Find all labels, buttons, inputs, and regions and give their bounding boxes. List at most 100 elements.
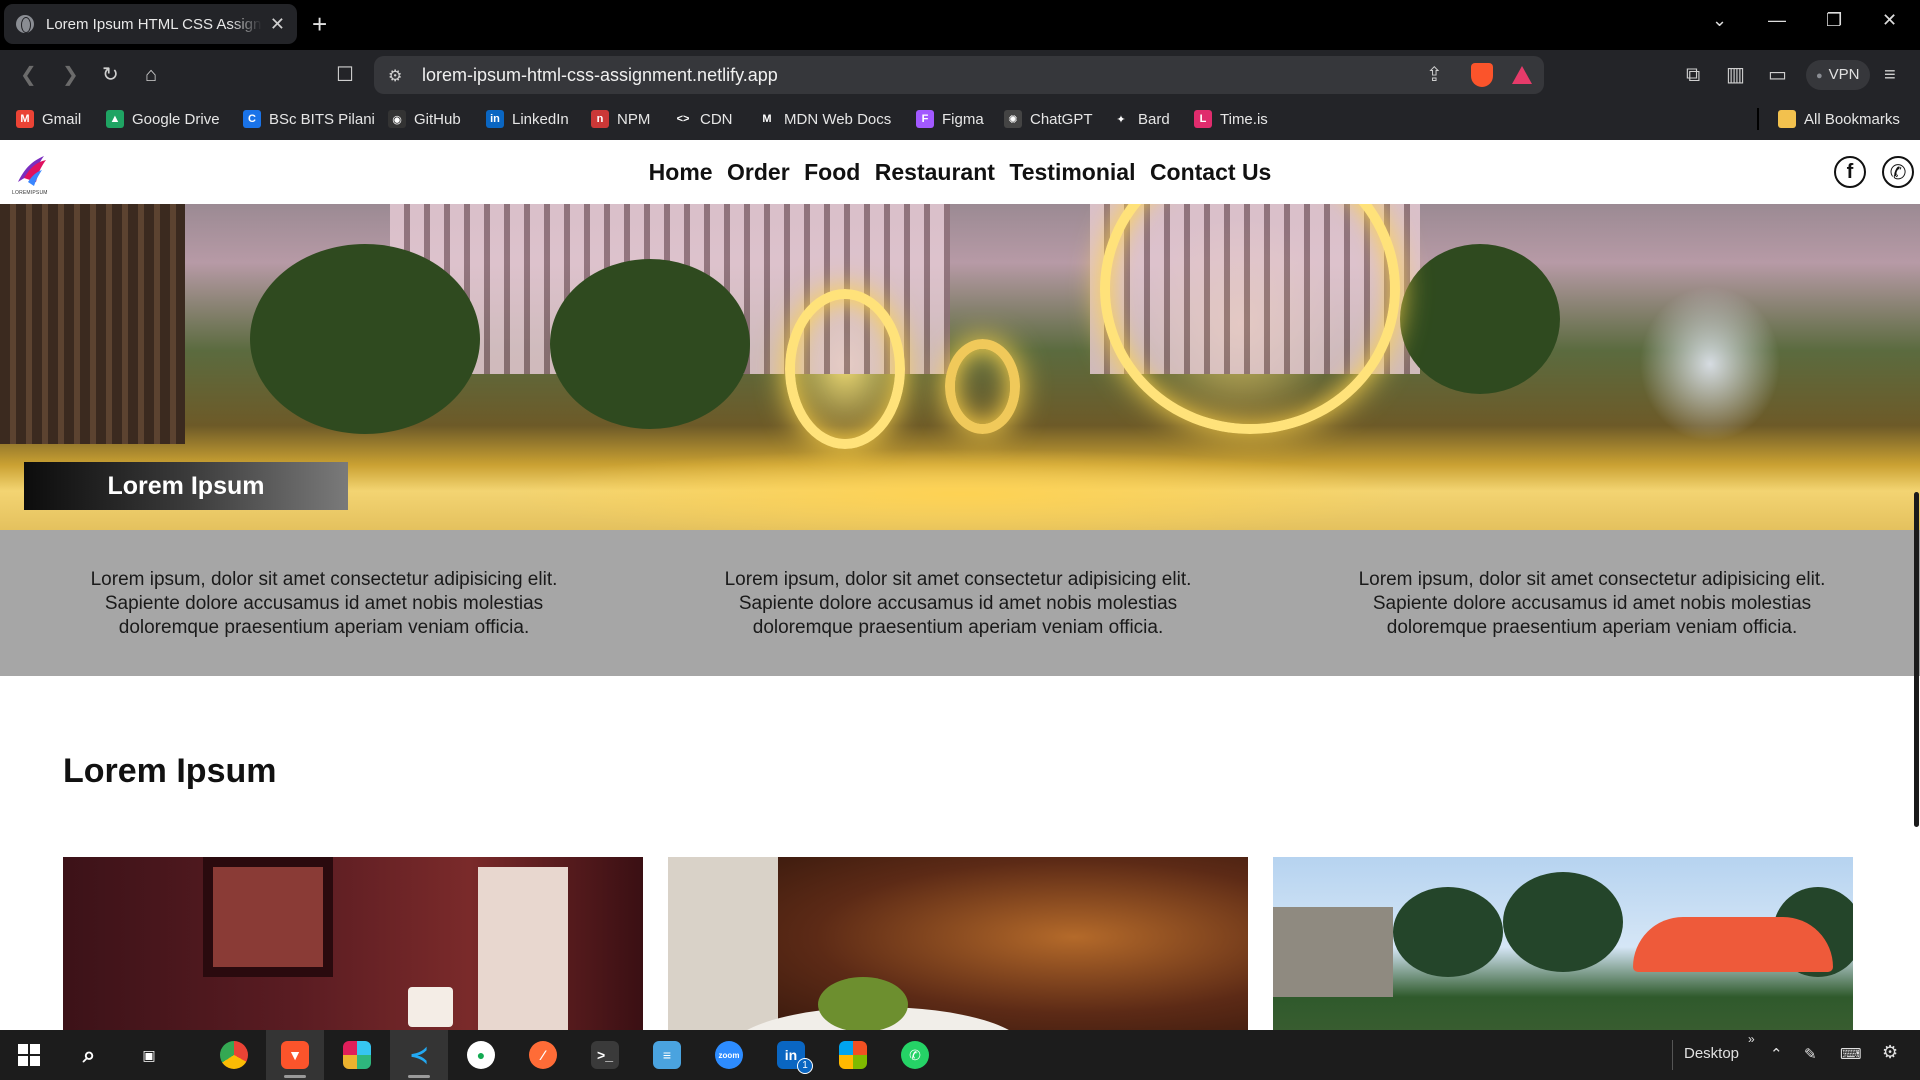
whatsapp-icon[interactable]: ✆ — [1882, 156, 1914, 188]
bard-icon: ✦ — [1112, 110, 1130, 128]
vscode-icon: ≺ — [408, 1041, 430, 1069]
facebook-icon[interactable]: f — [1834, 156, 1866, 188]
hero-light-ring — [785, 289, 905, 449]
card-image-resort[interactable] — [1273, 857, 1853, 1030]
taskbar-notepad[interactable]: ≡ — [638, 1030, 696, 1080]
card-image-room[interactable] — [63, 857, 643, 1030]
bookmark-icon[interactable]: ☐ — [336, 63, 354, 87]
bookmark-label: Bard — [1138, 110, 1170, 128]
bookmark-chatgpt[interactable]: ✺ ChatGPT — [1004, 110, 1093, 128]
toolbar-overflow-icon[interactable]: » — [1748, 1032, 1755, 1046]
tab-close-button[interactable]: ✕ — [270, 14, 285, 35]
site-settings-icon[interactable]: ⚙ — [388, 66, 402, 86]
main-nav: Home Order Food Restaurant Testimonial C… — [0, 159, 1920, 186]
hero-banner: Lorem Ipsum — [0, 204, 1920, 530]
bookmark-linkedin[interactable]: in LinkedIn — [486, 110, 569, 128]
bookmark-bard[interactable]: ✦ Bard — [1112, 110, 1170, 128]
hero-tree — [1400, 244, 1560, 394]
address-bar[interactable]: ⚙ lorem-ipsum-html-css-assignment.netlif… — [374, 56, 1544, 94]
bookmark-label: Google Drive — [132, 110, 220, 128]
taskbar-slack[interactable] — [328, 1030, 386, 1080]
keyboard-icon[interactable]: ⌨ — [1840, 1045, 1862, 1063]
npm-icon: n — [591, 110, 609, 128]
tray-overflow-icon[interactable]: ⌃ — [1770, 1045, 1783, 1063]
zoom-icon: zoom — [715, 1041, 743, 1069]
sidebar-icon[interactable]: ▥ — [1726, 63, 1745, 87]
taskbar-store[interactable] — [824, 1030, 882, 1080]
taskbar-vscode[interactable]: ≺ — [390, 1030, 448, 1080]
nav-restaurant[interactable]: Restaurant — [875, 159, 995, 186]
bookmark-github[interactable]: ◉ GitHub — [388, 110, 461, 128]
google-drive-icon: ▲ — [106, 110, 124, 128]
bookmark-label: Figma — [942, 110, 984, 128]
taskbar-linkedin[interactable]: in 1 — [762, 1030, 820, 1080]
taskbar-postman[interactable]: ⁄ — [514, 1030, 572, 1080]
bookmark-mdn-web-docs[interactable]: M MDN Web Docs — [758, 110, 891, 128]
bookmark-cdn[interactable]: <> CDN — [674, 110, 733, 128]
bookmark-gmail[interactable]: M Gmail — [16, 110, 81, 128]
search-button[interactable]: ⌕ — [60, 1030, 118, 1080]
gmail-icon: M — [16, 110, 34, 128]
globe-icon — [16, 15, 34, 33]
task-view-button[interactable]: ▣ — [120, 1030, 178, 1080]
restore-button[interactable]: ❐ — [1826, 10, 1842, 31]
close-window-button[interactable]: ✕ — [1882, 10, 1897, 31]
minimize-button[interactable]: — — [1768, 10, 1786, 31]
wallet-icon[interactable]: ▭ — [1768, 63, 1787, 87]
all-bookmarks-button[interactable]: All Bookmarks — [1778, 110, 1900, 128]
reload-icon[interactable]: ↻ — [102, 63, 119, 87]
desktop-toolbar-label[interactable]: Desktop — [1684, 1045, 1739, 1062]
browser-toolbar: ❮ ❯ ↻ ⌂ ☐ ⚙ lorem-ipsum-html-css-assignm… — [0, 50, 1920, 100]
card-image-food[interactable] — [668, 857, 1248, 1030]
search-icon: ⌕ — [82, 1042, 96, 1067]
home-icon[interactable]: ⌂ — [145, 63, 157, 87]
linkedin-icon: in — [486, 110, 504, 128]
taskbar-whatsapp[interactable]: ✆ — [886, 1030, 944, 1080]
menu-icon[interactable]: ≡ — [1884, 63, 1896, 87]
taskbar-zoom[interactable]: zoom — [700, 1030, 758, 1080]
feature-text-3: Lorem ipsum, dolor sit amet consectetur … — [1358, 569, 1826, 638]
nav-food[interactable]: Food — [804, 159, 860, 186]
waiter-sleeve — [668, 857, 778, 1030]
nav-testimonial[interactable]: Testimonial — [1009, 159, 1135, 186]
bookmark-npm[interactable]: n NPM — [591, 110, 650, 128]
slack-icon — [343, 1041, 371, 1069]
nav-home[interactable]: Home — [649, 159, 713, 186]
browser-tab-active[interactable]: Lorem Ipsum HTML CSS Assignment ✕ — [4, 4, 297, 44]
task-view-icon: ▣ — [142, 1046, 156, 1063]
share-icon[interactable]: ⇪ — [1426, 63, 1443, 87]
start-button[interactable] — [0, 1030, 58, 1080]
new-tab-button[interactable]: + — [312, 10, 327, 38]
beach-umbrella — [1633, 917, 1833, 972]
terminal-icon: >_ — [591, 1041, 619, 1069]
back-icon[interactable]: ❮ — [20, 63, 37, 87]
hero-light-ring — [1100, 204, 1400, 434]
taskbar-mongodb[interactable]: ● — [452, 1030, 510, 1080]
chatgpt-icon: ✺ — [1004, 110, 1022, 128]
settings-gear-icon[interactable]: ⚙ — [1882, 1042, 1898, 1063]
bookmark-google-drive[interactable]: ▲ Google Drive — [106, 110, 220, 128]
notification-badge: 1 — [797, 1058, 813, 1074]
cdn-icon: <> — [674, 110, 692, 128]
room-wall-art — [203, 857, 333, 977]
pen-icon[interactable]: ✎ — [1804, 1045, 1817, 1063]
hero-tree — [250, 244, 480, 434]
bookmark-label: NPM — [617, 110, 651, 128]
chrome-icon — [220, 1041, 248, 1069]
logo-text: LOREMIPSUM — [12, 190, 48, 196]
page-scrollbar[interactable] — [1914, 492, 1919, 827]
tab-search-icon[interactable]: ⌄ — [1712, 10, 1727, 31]
bookmark-time-is[interactable]: L Time.is — [1194, 110, 1268, 128]
taskbar-brave[interactable]: ▼ — [266, 1030, 324, 1080]
taskbar-terminal[interactable]: >_ — [576, 1030, 634, 1080]
taskbar-chrome[interactable] — [205, 1030, 263, 1080]
vpn-button[interactable]: VPN — [1806, 60, 1870, 90]
extensions-icon[interactable]: ⧉ — [1686, 63, 1700, 87]
forward-icon[interactable]: ❯ — [62, 63, 79, 87]
brave-shields-icon[interactable] — [1471, 63, 1493, 87]
bookmark-bsc-bits-pilani[interactable]: C BSc BITS Pilani — [243, 110, 375, 128]
brave-rewards-icon[interactable] — [1512, 66, 1532, 84]
bookmark-figma[interactable]: F Figma — [916, 110, 984, 128]
nav-contact-us[interactable]: Contact Us — [1150, 159, 1271, 186]
nav-order[interactable]: Order — [727, 159, 790, 186]
